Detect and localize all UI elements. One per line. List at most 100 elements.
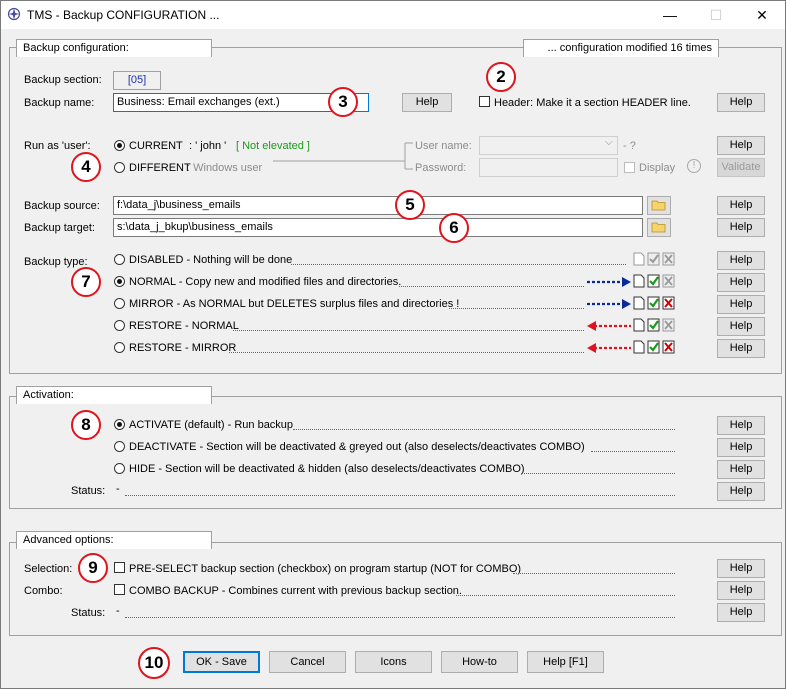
activate-label: ACTIVATE (default) - Run backup <box>129 419 294 431</box>
minimize-button[interactable]: — <box>647 1 693 29</box>
preselect-checkbox[interactable] <box>114 562 125 573</box>
header-help-button[interactable]: Help <box>717 93 765 112</box>
run-as-current-radio[interactable] <box>114 140 125 151</box>
username-dropdown <box>479 136 618 155</box>
backup-target-input[interactable]: s:\data_j_bkup\business_emails <box>113 218 643 237</box>
display-password-label: Display <box>639 162 676 174</box>
arrow-right-icon <box>587 299 631 309</box>
activation-status-value: - <box>116 483 120 495</box>
close-button[interactable]: ✕ <box>739 1 785 29</box>
type-restore-mirror-label: RESTORE - MIRROR <box>129 342 237 354</box>
backup-name-help-button[interactable]: Help <box>402 93 452 112</box>
deactivate-help-button[interactable]: Help <box>717 438 765 457</box>
ok-save-button[interactable]: OK - Save <box>183 651 260 673</box>
type-normal-radio[interactable] <box>114 276 125 287</box>
type-restore-mirror-radio[interactable] <box>114 342 125 353</box>
type-normal-help-button[interactable]: Help <box>717 273 765 292</box>
restore-normal-status-icons <box>633 318 675 332</box>
title-bar: TMS - Backup CONFIGURATION ... — ☐ ✕ <box>1 1 785 29</box>
mirror-status-icons <box>633 296 675 310</box>
annotation-marker-2: 2 <box>486 62 516 92</box>
folder-icon <box>651 222 666 233</box>
backup-name-label: Backup name: <box>24 97 95 109</box>
run-as-label: Run as 'user': <box>24 140 91 152</box>
annotation-marker-3: 3 <box>328 87 358 117</box>
activate-help-button[interactable]: Help <box>717 416 765 435</box>
annotation-marker-10: 10 <box>138 647 170 679</box>
backup-source-help-button[interactable]: Help <box>717 196 765 215</box>
backup-configuration-title: Backup configuration: <box>16 39 212 57</box>
backup-target-help-button[interactable]: Help <box>717 218 765 237</box>
type-restore-mirror-help-button[interactable]: Help <box>717 339 765 358</box>
maximize-button: ☐ <box>709 7 723 23</box>
current-user-value: : ' john ' <box>189 140 227 152</box>
preselect-help-button[interactable]: Help <box>717 559 765 578</box>
leader-dots <box>125 616 675 618</box>
backup-source-label: Backup source: <box>24 200 100 212</box>
backup-type-label: Backup type: <box>24 256 88 268</box>
advanced-options-title: Advanced options: <box>16 531 212 549</box>
annotation-marker-5: 5 <box>395 190 425 220</box>
username-label: User name: <box>415 140 472 152</box>
leader-dots <box>229 351 584 353</box>
leader-dots <box>291 263 626 265</box>
selection-label: Selection: <box>24 563 73 575</box>
leader-dots <box>233 329 584 331</box>
help-f1-button[interactable]: Help [F1] <box>527 651 604 673</box>
combo-backup-checkbox[interactable] <box>114 584 125 595</box>
cancel-button[interactable]: Cancel <box>269 651 346 673</box>
advanced-status-label: Status: <box>71 607 106 619</box>
validate-button: Validate <box>717 158 765 177</box>
type-disabled-radio[interactable] <box>114 254 125 265</box>
password-label: Password: <box>415 162 467 174</box>
deactivate-radio[interactable] <box>114 441 125 452</box>
type-restore-normal-radio[interactable] <box>114 320 125 331</box>
source-browse-button[interactable] <box>647 196 671 215</box>
arrow-left-icon <box>587 321 631 331</box>
username-suffix: - ? <box>623 140 636 152</box>
normal-status-icons <box>633 274 675 288</box>
leader-dots <box>456 594 675 596</box>
advanced-status-value: - <box>116 605 120 617</box>
run-as-help-button[interactable]: Help <box>717 136 765 155</box>
activation-status-help-button[interactable]: Help <box>717 482 765 501</box>
leader-dots <box>449 307 584 309</box>
leader-dots <box>399 285 584 287</box>
hide-help-button[interactable]: Help <box>717 460 765 479</box>
backup-source-input[interactable]: f:\data_j\business_emails <box>113 196 643 215</box>
config-window: TMS - Backup CONFIGURATION ... — ☐ ✕ Bac… <box>0 0 786 689</box>
annotation-marker-7: 7 <box>71 267 101 297</box>
info-icon: ! <box>687 159 701 173</box>
leader-dots <box>125 494 675 496</box>
run-as-different-radio[interactable] <box>114 162 125 173</box>
leader-dots <box>521 472 675 474</box>
icons-button[interactable]: Icons <box>355 651 432 673</box>
target-browse-button[interactable] <box>647 218 671 237</box>
disabled-status-icons <box>633 252 675 266</box>
combo-help-button[interactable]: Help <box>717 581 765 600</box>
arrow-left-icon <box>587 343 631 353</box>
hide-radio[interactable] <box>114 463 125 474</box>
type-mirror-radio[interactable] <box>114 298 125 309</box>
run-as-current-label: CURRENT <box>129 140 183 152</box>
annotation-marker-8: 8 <box>71 410 101 440</box>
advanced-status-help-button[interactable]: Help <box>717 603 765 622</box>
leader-dots <box>293 428 675 430</box>
user-fields-connector <box>273 142 413 170</box>
type-mirror-help-button[interactable]: Help <box>717 295 765 314</box>
type-restore-normal-help-button[interactable]: Help <box>717 317 765 336</box>
header-checkbox[interactable] <box>479 96 490 107</box>
preselect-label: PRE-SELECT backup section (checkbox) on … <box>129 563 522 575</box>
leader-dots <box>513 572 675 574</box>
annotation-marker-9: 9 <box>78 553 108 583</box>
type-mirror-label: MIRROR - As NORMAL but DELETES surplus f… <box>129 298 460 310</box>
type-disabled-help-button[interactable]: Help <box>717 251 765 270</box>
annotation-marker-6: 6 <box>439 213 469 243</box>
header-checkbox-label: Header: Make it a section HEADER line. <box>494 97 691 109</box>
activate-radio[interactable] <box>114 419 125 430</box>
modified-count-note: ... configuration modified 16 times <box>523 39 719 57</box>
window-title: TMS - Backup CONFIGURATION ... <box>27 8 220 22</box>
howto-button[interactable]: How-to <box>441 651 518 673</box>
combo-label: Combo: <box>24 585 63 597</box>
leader-dots <box>591 450 675 452</box>
